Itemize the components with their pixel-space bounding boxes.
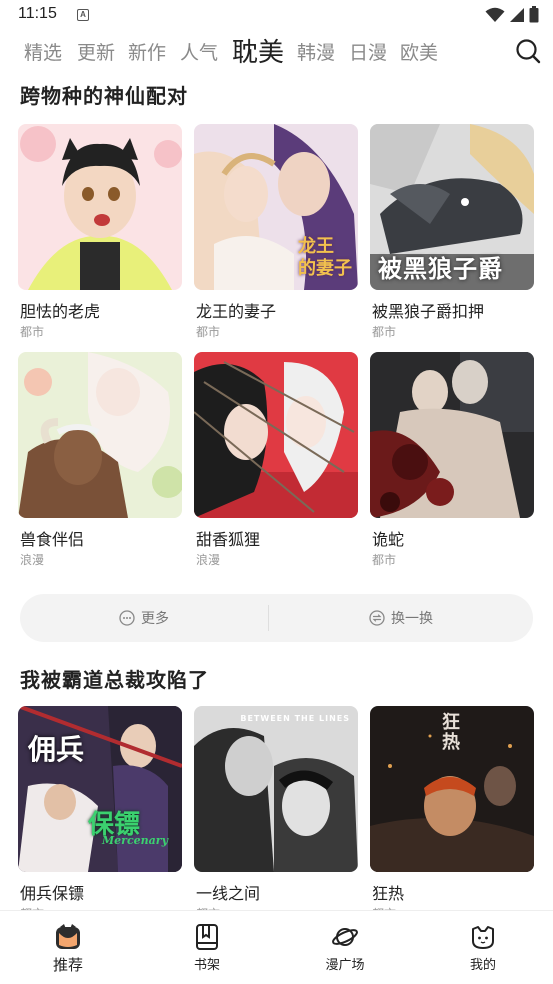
tab-danmei[interactable]: 耽美 <box>232 32 284 69</box>
tab-jingxuan[interactable]: 精选 <box>24 38 62 65</box>
status-bar: 11:15 A <box>0 0 553 30</box>
nav-mine[interactable]: 我的 <box>443 923 523 973</box>
comic-cover[interactable]: 狂热 <box>370 706 534 872</box>
section-action-bar: 更多 换一换 <box>20 594 533 642</box>
nav-comic-square[interactable]: 漫广场 <box>305 923 385 973</box>
cover-title-text: 龙王 的妻子 <box>298 236 352 279</box>
comic-title[interactable]: 一线之间 <box>196 880 260 904</box>
comic-cover[interactable] <box>370 352 534 518</box>
section-title-2: 我被霸道总裁攻陷了 <box>20 664 211 693</box>
cover-subtitle-text: BETWEEN THE LINES <box>240 714 350 723</box>
cover-title-text: 佣兵 <box>28 733 85 766</box>
category-tabs: 精选 更新 新作 人气 耽美 韩漫 日漫 欧美 <box>0 32 553 72</box>
comic-card[interactable]: BETWEEN THE LINES 一线之间 都市 <box>194 706 358 921</box>
comic-title[interactable]: 胆怯的老虎 <box>20 298 100 322</box>
more-button[interactable]: 更多 <box>20 594 268 642</box>
comic-card[interactable]: 龙王 的妻子 龙王的妻子 都市 <box>194 124 358 339</box>
cover-title-text: 被黑狼子爵 <box>378 254 503 283</box>
search-icon[interactable] <box>515 38 541 64</box>
comic-genre: 浪漫 <box>196 553 221 567</box>
comic-cover[interactable] <box>18 352 182 518</box>
comic-title[interactable]: 甜香狐狸 <box>196 526 260 550</box>
nav-label: 书架 <box>193 958 220 973</box>
status-icons <box>485 6 539 23</box>
comic-title[interactable]: 狂热 <box>372 880 404 904</box>
tab-riman[interactable]: 日漫 <box>349 38 387 65</box>
comic-card[interactable]: 胆怯的老虎 都市 <box>18 124 182 339</box>
battery-icon <box>529 6 539 23</box>
refresh-button[interactable]: 换一换 <box>269 594 533 642</box>
cover-subtitle-text: Mercenary <box>102 834 168 847</box>
notification-icon: A <box>77 9 89 21</box>
comic-genre: 都市 <box>372 553 397 567</box>
swap-icon <box>369 610 385 626</box>
comic-title[interactable]: 诡蛇 <box>372 526 404 550</box>
bottom-nav: 推荐 书架 漫广场 我的 <box>0 910 553 984</box>
tab-oumei[interactable]: 欧美 <box>400 38 438 65</box>
comic-genre: 都市 <box>20 325 45 339</box>
tab-gengxin[interactable]: 更新 <box>77 38 115 65</box>
comic-card[interactable]: 狂热 狂热 都市 <box>370 706 534 921</box>
comic-title[interactable]: 兽食伴侣 <box>20 526 84 550</box>
bookshelf-icon <box>196 924 218 950</box>
comic-card[interactable]: 诡蛇 都市 <box>370 352 534 567</box>
comic-card[interactable]: 被黑狼子爵 被黑狼子爵扣押 都市 <box>370 124 534 339</box>
comic-cover[interactable]: 龙王 的妻子 <box>194 124 358 290</box>
comic-genre: 都市 <box>196 325 221 339</box>
wifi-icon <box>485 7 505 22</box>
comic-cover[interactable] <box>18 124 182 290</box>
cover-title-text: 狂热 <box>439 712 460 752</box>
section-title-1: 跨物种的神仙配对 <box>20 80 190 109</box>
tab-hanman[interactable]: 韩漫 <box>297 38 335 65</box>
comic-cover[interactable]: 佣兵 保镖 Mercenary <box>18 706 182 872</box>
more-label: 更多 <box>141 611 169 627</box>
comic-title[interactable]: 龙王的妻子 <box>196 298 276 322</box>
nav-label: 我的 <box>469 958 496 973</box>
fox-face-icon <box>56 924 80 949</box>
comic-genre: 浪漫 <box>20 553 45 567</box>
signal-icon <box>510 7 524 22</box>
comic-card[interactable]: 甜香狐狸 浪漫 <box>194 352 358 567</box>
status-time: 11:15 <box>18 5 57 22</box>
refresh-label: 换一换 <box>391 611 433 627</box>
cat-face-icon <box>472 926 494 949</box>
comic-cover[interactable]: 被黑狼子爵 <box>370 124 534 290</box>
comic-card[interactable]: 兽食伴侣 浪漫 <box>18 352 182 567</box>
nav-label: 推荐 <box>52 956 83 974</box>
comic-title[interactable]: 被黑狼子爵扣押 <box>372 298 484 322</box>
tab-xinzuo[interactable]: 新作 <box>128 38 166 65</box>
comic-genre: 都市 <box>372 325 397 339</box>
nav-label: 漫广场 <box>325 958 365 973</box>
tab-renqi[interactable]: 人气 <box>180 38 218 65</box>
comic-title[interactable]: 佣兵保镖 <box>20 880 84 904</box>
nav-bookshelf[interactable]: 书架 <box>167 923 247 973</box>
more-dots-icon <box>119 610 135 626</box>
nav-recommend[interactable]: 推荐 <box>28 923 108 975</box>
comic-cover[interactable]: BETWEEN THE LINES <box>194 706 358 872</box>
planet-icon <box>332 928 358 946</box>
comic-cover[interactable] <box>194 352 358 518</box>
comic-card[interactable]: 佣兵 保镖 Mercenary 佣兵保镖 都市 <box>18 706 182 921</box>
